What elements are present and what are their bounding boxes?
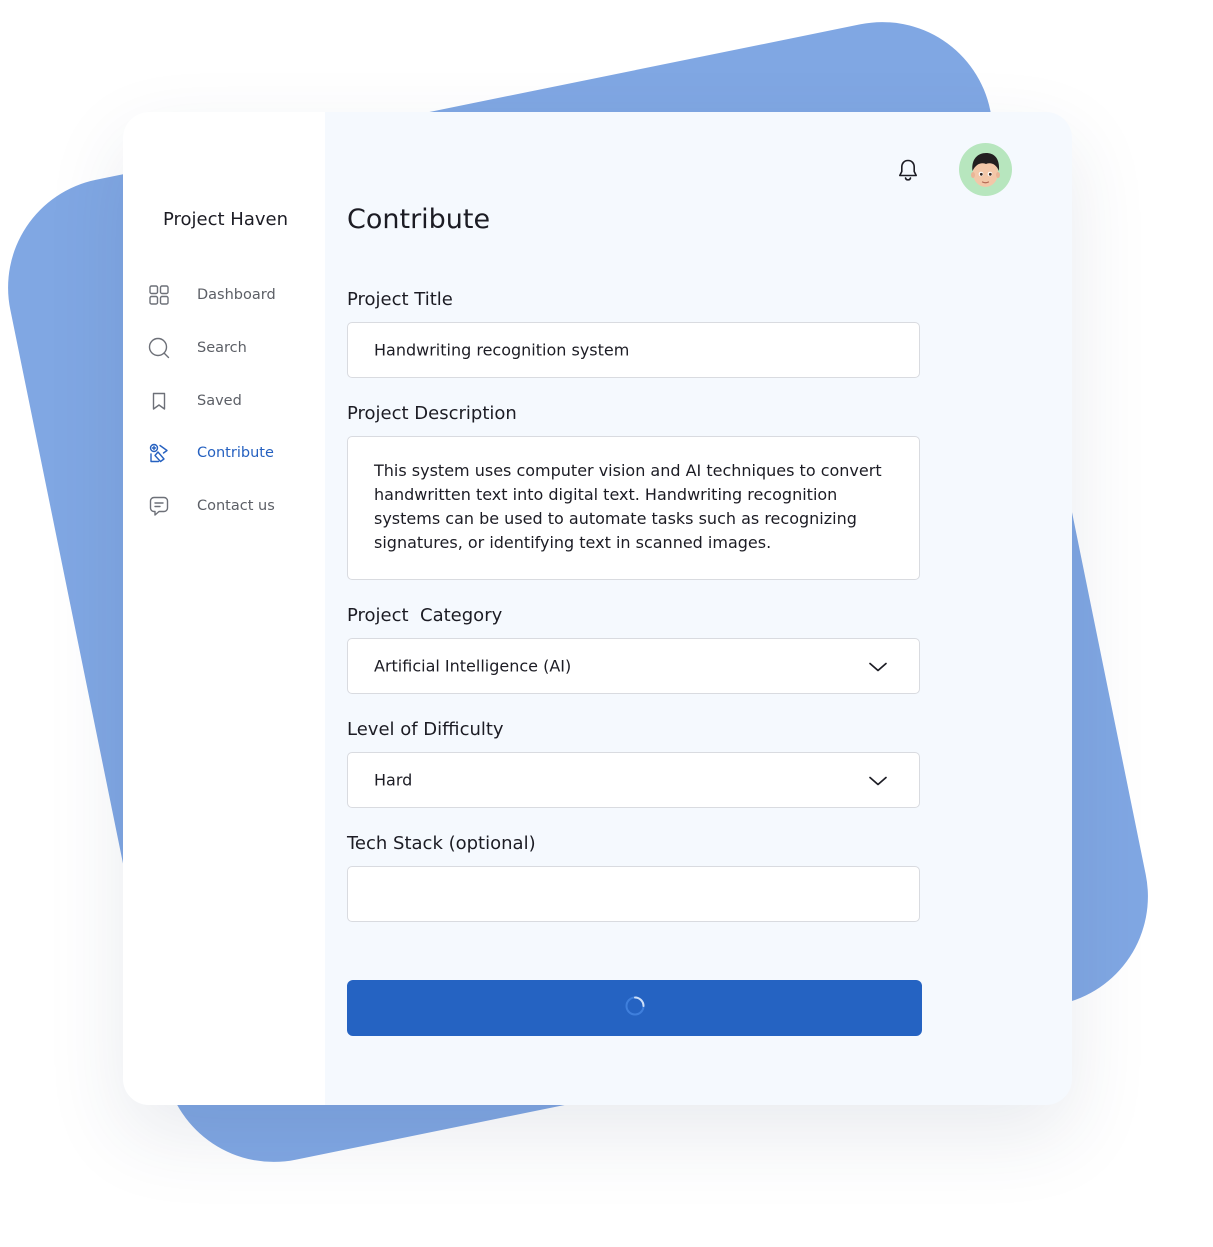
bell-icon[interactable] (895, 157, 921, 183)
sidebar: Project Haven Dashboard Search Saved Con… (123, 112, 325, 1105)
sidebar-item-search[interactable]: Search (147, 332, 317, 364)
difficulty-value: Hard (374, 770, 413, 790)
chevron-down-icon (867, 659, 889, 673)
tech-stack-input[interactable] (347, 866, 920, 922)
page-title: Contribute (347, 204, 491, 235)
contribute-icon (147, 441, 171, 465)
brand-title: Project Haven (163, 209, 289, 230)
tech-stack-label: Tech Stack (optional) (347, 833, 536, 854)
spinner-icon (624, 995, 646, 1021)
project-category-label: Project Category (347, 605, 503, 626)
project-category-select[interactable]: Artificial Intelligence (AI) (347, 638, 920, 694)
stage: Project Haven Dashboard Search Saved Con… (0, 0, 1213, 1247)
main-content: Contribute Project Title Handwriting rec… (325, 112, 1072, 1105)
sidebar-item-label: Saved (197, 393, 242, 409)
project-title-value: Handwriting recognition system (374, 340, 630, 360)
app-window: Project Haven Dashboard Search Saved Con… (123, 112, 1072, 1105)
chat-icon (147, 494, 171, 518)
project-description-textarea[interactable]: This system uses computer vision and AI … (347, 436, 920, 580)
sidebar-item-dashboard[interactable]: Dashboard (147, 279, 317, 311)
project-description-label: Project Description (347, 403, 517, 424)
bookmark-icon (147, 389, 171, 413)
sidebar-item-saved[interactable]: Saved (147, 385, 317, 417)
project-title-input[interactable]: Handwriting recognition system (347, 322, 920, 378)
sidebar-item-label: Contact us (197, 498, 275, 514)
sidebar-item-label: Contribute (197, 445, 274, 461)
sidebar-item-label: Dashboard (197, 287, 276, 303)
chevron-down-icon (867, 773, 889, 787)
project-description-value: This system uses computer vision and AI … (374, 461, 882, 552)
difficulty-label: Level of Difficulty (347, 719, 504, 740)
project-category-value: Artificial Intelligence (AI) (374, 656, 572, 676)
grid-icon (147, 283, 171, 307)
sidebar-item-contact-us[interactable]: Contact us (147, 490, 317, 522)
submit-button[interactable] (347, 980, 922, 1036)
user-avatar-icon[interactable] (959, 143, 1012, 196)
search-icon (147, 336, 171, 360)
sidebar-item-contribute[interactable]: Contribute (147, 437, 317, 469)
sidebar-item-label: Search (197, 340, 247, 356)
difficulty-select[interactable]: Hard (347, 752, 920, 808)
project-title-label: Project Title (347, 289, 453, 310)
